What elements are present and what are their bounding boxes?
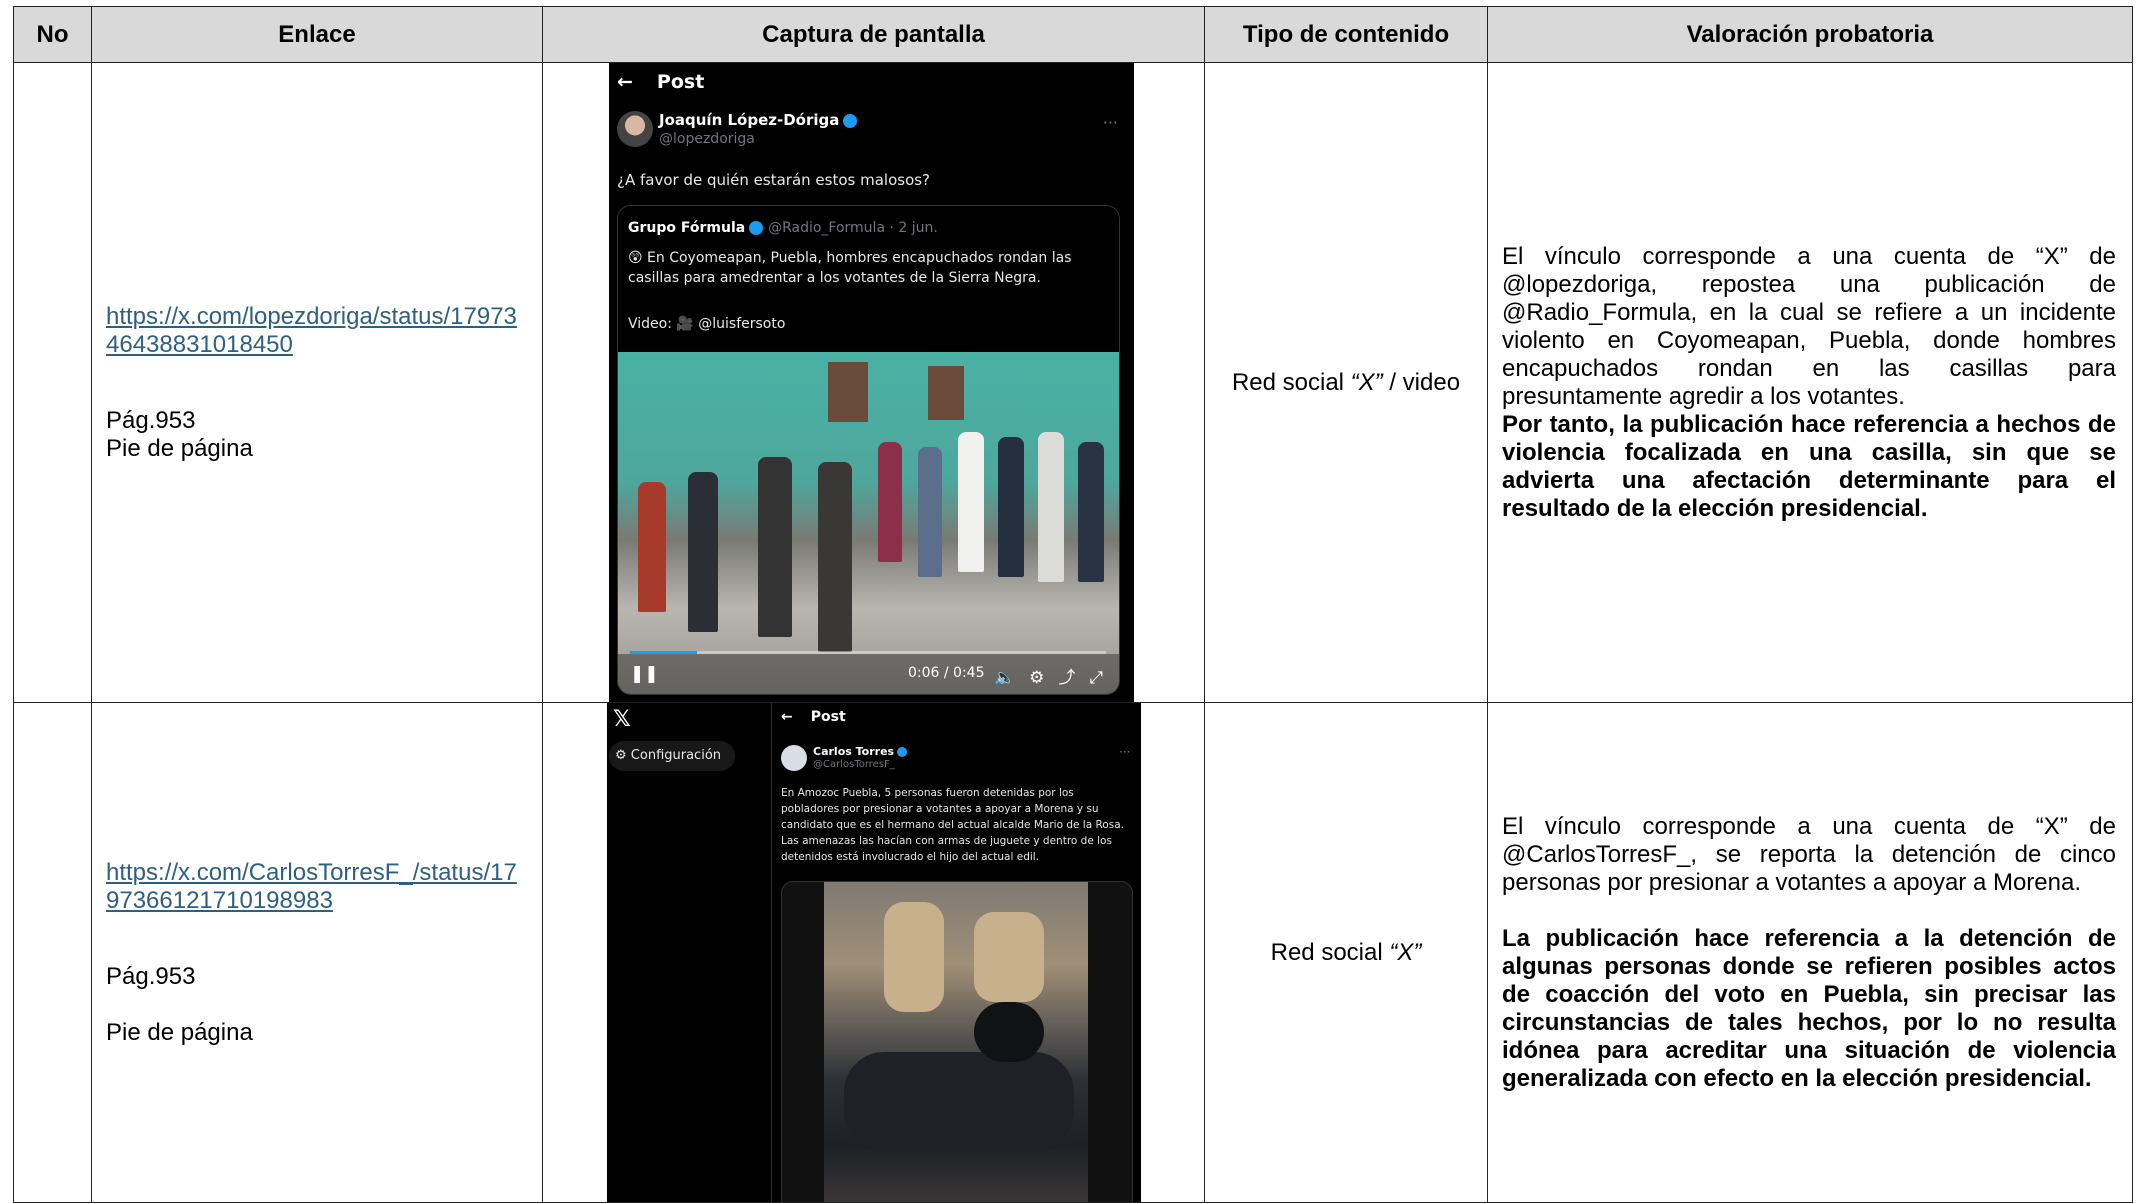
- quote-handle: @Radio_Formula · 2 jun.: [768, 220, 938, 236]
- verified-badge-icon: [843, 113, 858, 128]
- media-image: [824, 882, 1088, 1202]
- video-time: 0:06 / 0:45: [908, 665, 985, 681]
- tweet-author: Joaquín López-Dóriga: [659, 111, 858, 129]
- content-type-cell: Red social “X” / video: [1204, 62, 1488, 703]
- footer-reference: Pie de página: [106, 434, 253, 462]
- valuation-cell: El vínculo corresponde a una cuenta de “…: [1487, 62, 2133, 703]
- content-type-prefix: Red social: [1270, 938, 1390, 966]
- valuation-description: El vínculo corresponde a una cuenta de “…: [1502, 812, 2116, 896]
- page-reference: Pág.953: [106, 962, 196, 990]
- header-enlace: Enlace: [91, 6, 543, 63]
- valuation-conclusion: Por tanto, la publicación hace referenci…: [1502, 410, 2116, 522]
- post-header: ← Post: [781, 709, 846, 725]
- door-shape: [928, 366, 964, 420]
- post-header: ← Post: [617, 71, 704, 93]
- more-options-icon: ···: [1119, 745, 1131, 759]
- evidence-table: No Enlace Captura de pantalla Tipo de co…: [13, 6, 2133, 1203]
- tweet-text: ¿A favor de quién estarán estos malosos?: [617, 171, 931, 189]
- tweet-media: [781, 881, 1133, 1202]
- verified-badge-icon: [749, 221, 764, 235]
- header-valoracion: Valoración probatoria: [1487, 6, 2133, 63]
- content-type-prefix: Red social: [1231, 368, 1351, 396]
- tweet-author: Carlos Torres: [813, 745, 908, 758]
- post-title: Post: [810, 709, 846, 725]
- pause-icon[interactable]: ❚❚: [630, 664, 659, 684]
- quote-video-credit: Video: 🎥 @luisfersoto: [628, 316, 786, 332]
- tweet-screenshot: ← Post Joaquín López-Dóriga @lopezdoriga …: [609, 63, 1134, 702]
- image-detail: [974, 1002, 1044, 1062]
- screenshot-cell: ← Post Joaquín López-Dóriga @lopezdoriga …: [542, 62, 1205, 703]
- valuation-cell: El vínculo corresponde a una cuenta de “…: [1487, 702, 2133, 1203]
- person-shape: [818, 462, 852, 652]
- header-tipo: Tipo de contenido: [1204, 6, 1488, 63]
- more-options-icon: ···: [1102, 113, 1118, 132]
- table-header-row: No Enlace Captura de pantalla Tipo de co…: [13, 6, 2133, 63]
- valuation-description: El vínculo corresponde a una cuenta de “…: [1502, 242, 2116, 410]
- column-divider: [771, 703, 772, 1202]
- image-detail: [974, 912, 1044, 1002]
- tweet-handle: @CarlosTorresF_: [813, 759, 895, 770]
- quoted-tweet: Grupo Fórmula @Radio_Formula · 2 jun. 😲 …: [617, 205, 1120, 695]
- tweet-handle: @lopezdoriga: [659, 131, 755, 147]
- quote-author: Grupo Fórmula: [628, 220, 746, 236]
- tweet-paragraph: Las amenazas las hacían con armas de jug…: [781, 835, 1112, 863]
- footer-reference: Pie de página: [106, 1018, 253, 1046]
- table-row: https://x.com/lopezdoriga/status/1797346…: [13, 62, 2133, 703]
- quote-header: Grupo Fórmula @Radio_Formula · 2 jun.: [628, 220, 938, 236]
- person-shape: [998, 437, 1024, 577]
- post-title: Post: [656, 71, 705, 93]
- content-type-platform: “X”: [1389, 938, 1422, 966]
- person-shape: [878, 442, 902, 562]
- screenshot-cell: 𝕏 ⚙ Configuración ← Post Carlos Torres @C…: [542, 702, 1205, 1203]
- link-cell: https://x.com/CarlosTorresF_/status/1797…: [91, 702, 543, 1203]
- tweet-screenshot: 𝕏 ⚙ Configuración ← Post Carlos Torres @C…: [607, 703, 1141, 1202]
- row-number: [13, 62, 92, 703]
- content-type-suffix: / video: [1382, 368, 1461, 396]
- verified-badge-icon: [897, 747, 908, 757]
- person-shape: [918, 447, 942, 577]
- x-logo-icon: 𝕏: [613, 707, 631, 732]
- settings-button[interactable]: ⚙ Configuración: [609, 741, 735, 771]
- person-shape: [958, 432, 984, 572]
- person-shape: [1038, 432, 1064, 582]
- tweet-paragraph: En Amozoc Puebla, 5 personas fueron dete…: [781, 787, 1124, 831]
- person-shape: [1078, 442, 1104, 582]
- evidence-link[interactable]: https://x.com/CarlosTorresF_/status/1797…: [106, 859, 522, 915]
- content-type-platform: “X”: [1350, 368, 1383, 396]
- image-detail: [884, 902, 944, 1012]
- back-arrow-icon: ←: [617, 71, 633, 93]
- person-shape: [758, 457, 792, 637]
- back-arrow-icon: ←: [781, 709, 793, 725]
- evidence-link[interactable]: https://x.com/lopezdoriga/status/1797346…: [106, 303, 522, 359]
- row-number: [13, 702, 92, 1203]
- door-shape: [828, 362, 868, 422]
- page-reference: Pág.953: [106, 406, 196, 434]
- quote-text: 😲 En Coyomeapan, Puebla, hombres encapuc…: [628, 250, 1072, 286]
- person-shape: [638, 482, 666, 612]
- avatar: [617, 111, 653, 147]
- content-type-cell: Red social “X”: [1204, 702, 1488, 1203]
- video-frame: ❚❚ 0:06 / 0:45 🔈⚙⤴⤢: [618, 352, 1119, 694]
- link-cell: https://x.com/lopezdoriga/status/1797346…: [91, 62, 543, 703]
- settings-label: Configuración: [630, 748, 722, 763]
- image-detail: [844, 1052, 1074, 1152]
- valuation-conclusion: La publicación hace referencia a la dete…: [1502, 924, 2116, 1092]
- tweet-text: En Amozoc Puebla, 5 personas fueron dete…: [781, 785, 1135, 865]
- header-no: No: [13, 6, 92, 63]
- person-shape: [688, 472, 718, 632]
- table-row: https://x.com/CarlosTorresF_/status/1797…: [13, 702, 2133, 1203]
- author-name: Joaquín López-Dóriga: [659, 111, 840, 129]
- header-captura: Captura de pantalla: [542, 6, 1205, 63]
- video-control-icons[interactable]: 🔈⚙⤴⤢: [994, 663, 1117, 688]
- avatar: [781, 745, 807, 771]
- author-name: Carlos Torres: [813, 745, 895, 758]
- video-controls: ❚❚ 0:06 / 0:45 🔈⚙⤴⤢: [618, 654, 1119, 694]
